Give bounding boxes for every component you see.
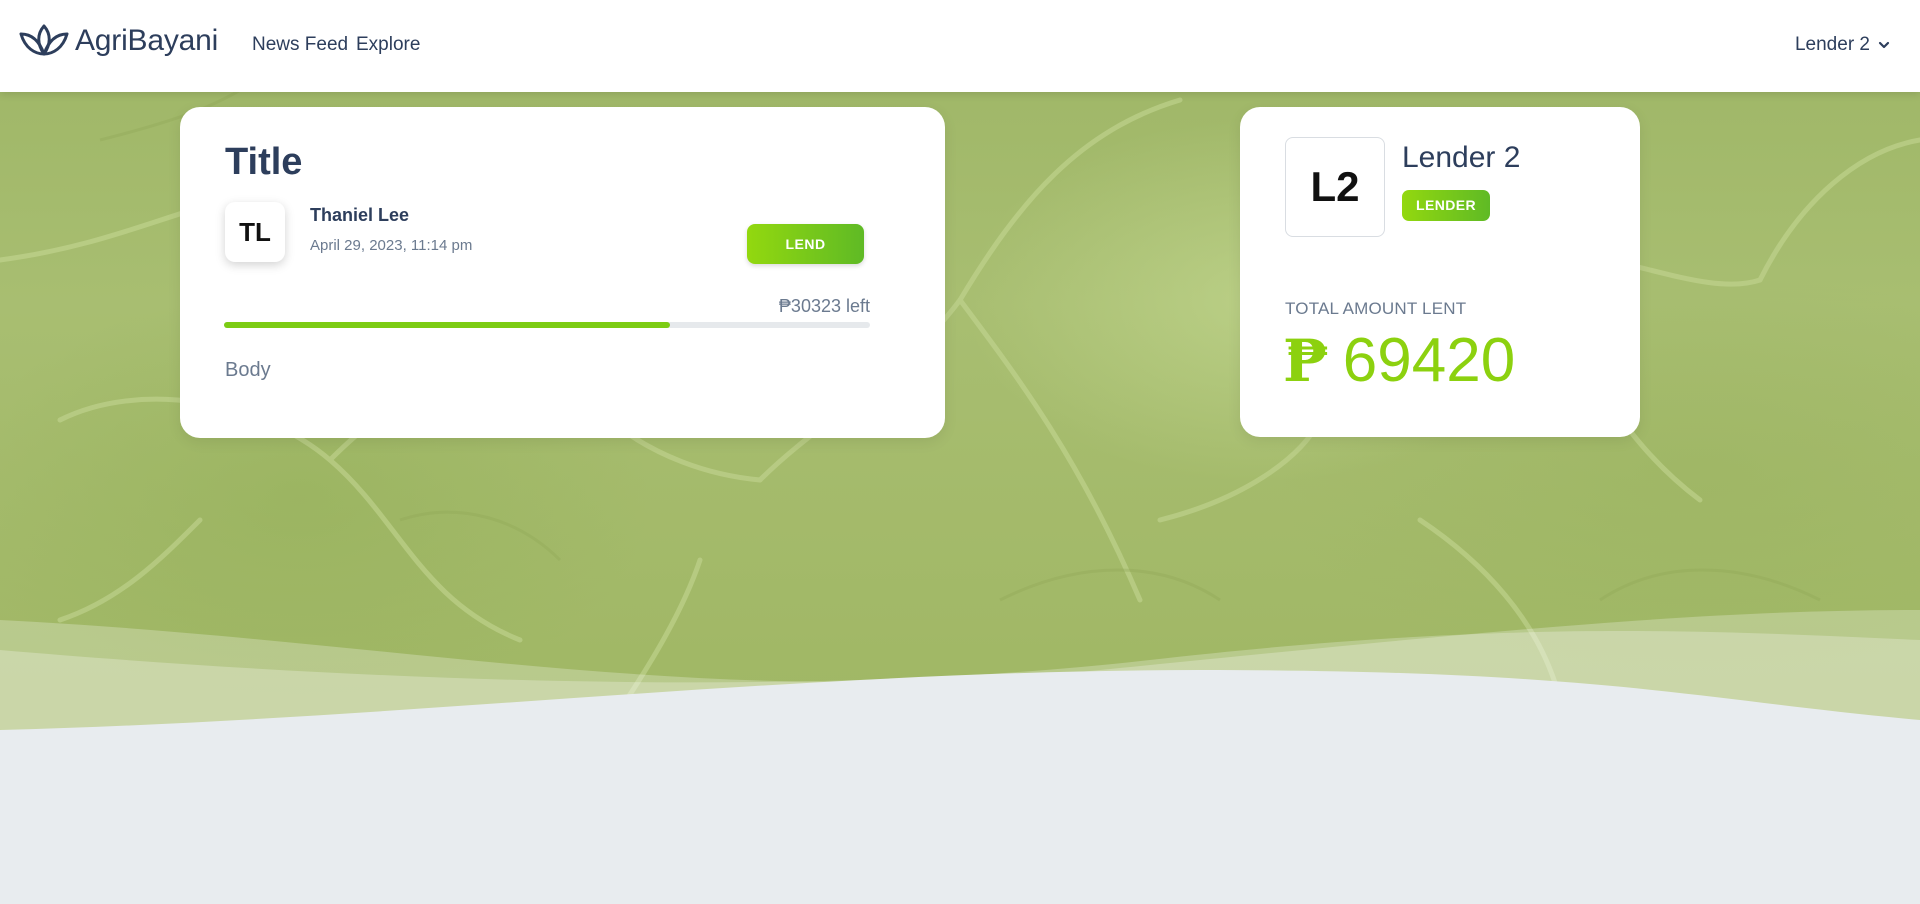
nav-link-news-feed[interactable]: News Feed <box>252 34 348 56</box>
total-amount-number: 69420 <box>1342 326 1516 395</box>
profile-avatar: L2 <box>1285 137 1385 237</box>
brand-name: AgriBayani <box>75 24 219 57</box>
user-menu-dropdown[interactable]: Lender 2 <box>1795 34 1890 56</box>
funding-progress-bar <box>224 322 870 328</box>
lend-button[interactable]: LEND <box>747 224 864 264</box>
top-navbar: AgriBayani News Feed Explore Lender 2 <box>0 0 1920 92</box>
author-name[interactable]: Thaniel Lee <box>310 205 409 226</box>
loan-post-card: Title TL Thaniel Lee April 29, 2023, 11:… <box>180 107 945 438</box>
funding-progress-fill <box>224 322 670 328</box>
post-body: Body <box>225 359 271 381</box>
author-avatar: TL <box>225 202 285 262</box>
amount-left: ₱30323 left <box>778 296 870 316</box>
nav-link-explore[interactable]: Explore <box>356 34 420 56</box>
brand-logo[interactable]: AgriBayani <box>19 24 218 58</box>
total-amount-label: TOTAL AMOUNT LENT <box>1285 299 1467 318</box>
profile-name: Lender 2 <box>1402 141 1521 174</box>
user-menu-label: Lender 2 <box>1794 34 1870 55</box>
peso-sign: ₱ <box>1283 327 1329 395</box>
role-badge: LENDER <box>1402 190 1490 221</box>
total-amount-value: ₱ 69420 <box>1283 325 1515 396</box>
post-title: Title <box>225 141 303 183</box>
profile-card: L2 Lender 2 LENDER TOTAL AMOUNT LENT ₱ 6… <box>1240 107 1640 437</box>
leaf-logo-icon <box>19 24 69 56</box>
wave-divider <box>0 610 1920 904</box>
chevron-down-icon <box>1878 41 1890 49</box>
post-date: April 29, 2023, 11:14 pm <box>310 237 473 254</box>
